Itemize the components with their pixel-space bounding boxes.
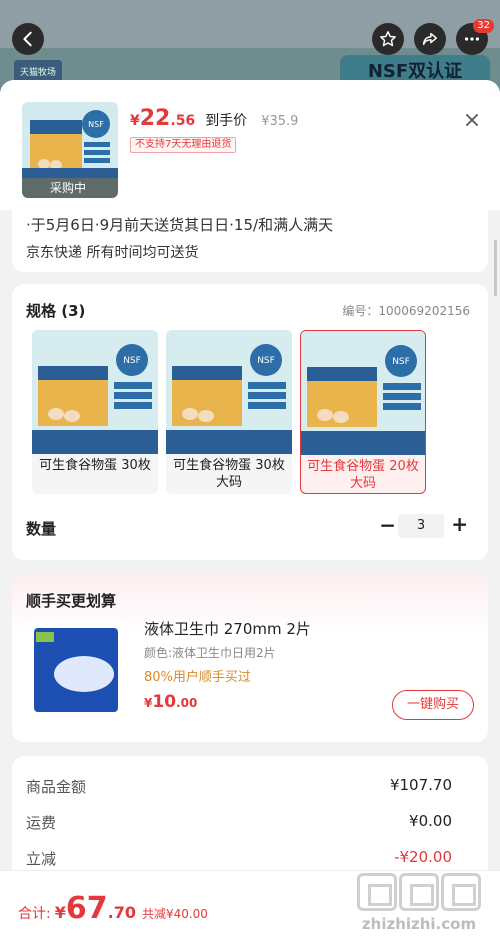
delivery-address-partial: ·于5月6日·9月前天送货其日日·15/和满人满天	[26, 216, 334, 234]
bundle-buy-rate: 80%用户顺手买过	[144, 670, 251, 685]
spec-option-30-large[interactable]: NSF 可生食谷物蛋 30枚大码	[166, 330, 292, 494]
close-icon	[466, 114, 478, 126]
cart-count-badge: 32	[473, 19, 494, 33]
favorite-button[interactable]	[372, 23, 404, 55]
summary-label: 运费	[26, 814, 57, 832]
svg-text:NSF: NSF	[123, 356, 141, 366]
quantity-decrease-button[interactable]: −	[379, 514, 396, 536]
quantity-label: 数量	[26, 520, 57, 538]
bundle-price-decimal: .00	[176, 696, 198, 710]
bundle-title: 顺手买更划算	[26, 592, 117, 610]
bundle-price: ¥10.00	[144, 692, 197, 712]
total-price: 合计: ¥ 67 .70 共减¥40.00	[18, 891, 208, 926]
spec-option-label: 可生食谷物蛋 30枚	[39, 458, 151, 473]
original-price: ¥35.9	[261, 114, 299, 129]
summary-value: -¥20.00	[394, 848, 452, 866]
total-integer: 67	[65, 891, 108, 926]
final-price-label: 到手价	[205, 113, 248, 129]
price-decimal: .56	[170, 113, 196, 129]
purchase-sheet: NSF 采购中 ¥ 22 .56 到手价 ¥35.9 不支持7天无理由退货 ·于…	[0, 80, 500, 940]
back-button[interactable]	[12, 23, 44, 55]
summary-label: 商品金额	[26, 778, 87, 796]
bundle-card: 顺手买更划算 液体卫生巾 270mm 2片 颜色:液体卫生巾日用2片 80%用户…	[12, 574, 488, 742]
spec-option-image: NSF	[301, 331, 425, 455]
one-click-buy-button[interactable]: 一键购买	[392, 690, 474, 720]
scrollbar[interactable]	[494, 240, 497, 296]
total-symbol: ¥	[54, 903, 66, 922]
quantity-input[interactable]: 3	[398, 514, 444, 538]
chevron-left-icon	[23, 31, 32, 47]
purchasing-status: 采购中	[22, 178, 118, 198]
summary-label: 立减	[26, 850, 57, 868]
share-icon	[422, 32, 438, 46]
star-icon	[380, 31, 396, 47]
svg-text:NSF: NSF	[88, 120, 104, 129]
summary-value: ¥0.00	[409, 812, 452, 830]
spec-option-image: NSF	[166, 330, 292, 454]
bundle-price-integer: 10	[152, 692, 177, 712]
spec-option-image: NSF	[32, 330, 158, 454]
spec-card: 规格 (3) 编号：100069202156 NSF 可生食谷物蛋 30枚 NS…	[12, 284, 488, 560]
watermark-logo	[344, 873, 494, 911]
price-integer: 22	[139, 106, 171, 131]
total-label: 合计:	[18, 906, 51, 922]
share-button[interactable]	[414, 23, 446, 55]
bundle-product-name[interactable]: 液体卫生巾 270mm 2片	[144, 618, 311, 639]
total-decimal: .70	[107, 903, 136, 922]
watermark-text: zhizhizhi.com	[361, 915, 477, 933]
spec-title: 规格 (3)	[26, 302, 86, 320]
delivery-info: 京东快递 所有时间均可送货	[26, 245, 199, 261]
sheet-header: NSF 采购中 ¥ 22 .56 到手价 ¥35.9 不支持7天无理由退货	[0, 80, 500, 210]
spec-option-label: 可生食谷物蛋 20枚大码	[307, 459, 419, 491]
site-watermark: zhizhizhi.com	[344, 873, 494, 933]
checkout-bar: 合计: ¥ 67 .70 共减¥40.00 zhizhizhi.com	[0, 870, 500, 940]
spec-option-20-large[interactable]: NSF 可生食谷物蛋 20枚大码	[300, 330, 426, 494]
spec-option-30[interactable]: NSF 可生食谷物蛋 30枚	[32, 330, 158, 494]
bundle-product-image[interactable]	[28, 622, 124, 718]
summary-row-shipping: 运费 ¥0.00	[26, 812, 452, 833]
svg-text:NSF: NSF	[257, 356, 275, 366]
price-symbol: ¥	[130, 113, 140, 129]
sku-number: 编号：100069202156	[342, 304, 470, 318]
summary-value: ¥107.70	[389, 776, 452, 794]
close-button[interactable]	[462, 110, 482, 130]
total-discount: 共减¥40.00	[141, 907, 208, 921]
quantity-increase-button[interactable]: +	[451, 512, 468, 536]
more-button[interactable]: 32	[456, 19, 494, 55]
summary-row-goods: 商品金额 ¥107.70	[26, 776, 452, 797]
bundle-product-variant: 颜色:液体卫生巾日用2片	[144, 646, 276, 660]
no-return-badge: 不支持7天无理由退货	[130, 137, 237, 153]
summary-row-discount: 立减 -¥20.00	[26, 848, 452, 869]
svg-text:NSF: NSF	[392, 357, 410, 367]
spec-option-label: 可生食谷物蛋 30枚大码	[173, 458, 285, 490]
product-thumbnail: NSF 采购中	[22, 102, 118, 198]
price-row: ¥ 22 .56 到手价 ¥35.9	[130, 106, 298, 131]
